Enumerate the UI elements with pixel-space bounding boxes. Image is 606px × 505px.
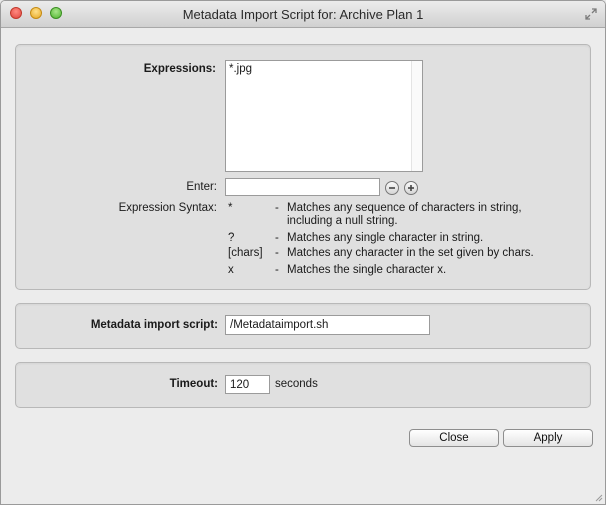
script-label: Metadata import script: bbox=[90, 319, 218, 331]
syntax-dash: - bbox=[275, 264, 279, 276]
window: Metadata Import Script for: Archive Plan… bbox=[0, 0, 606, 505]
timeout-input[interactable] bbox=[225, 375, 270, 394]
syntax-desc-cont: including a null string. bbox=[287, 215, 398, 227]
list-item[interactable]: *.jpg bbox=[229, 63, 252, 75]
title-bar: Metadata Import Script for: Archive Plan… bbox=[1, 1, 605, 28]
enter-label: Enter: bbox=[186, 181, 217, 193]
window-title: Metadata Import Script for: Archive Plan… bbox=[182, 7, 424, 22]
expressions-panel: Expressions: *.jpg Enter: Expression Syn… bbox=[15, 44, 591, 290]
syntax-desc: Matches the single character x. bbox=[287, 264, 447, 276]
expressions-label: Expressions: bbox=[143, 63, 216, 75]
syntax-label: Expression Syntax: bbox=[118, 202, 217, 214]
syntax-desc: Matches any sequence of characters in st… bbox=[287, 202, 522, 214]
list-scrollbar[interactable] bbox=[411, 61, 422, 171]
script-panel: Metadata import script: bbox=[15, 303, 591, 349]
timeout-label: Timeout: bbox=[169, 378, 218, 390]
fullscreen-icon[interactable] bbox=[584, 7, 598, 21]
remove-expression-button[interactable] bbox=[385, 181, 399, 195]
syntax-token: ? bbox=[228, 232, 235, 244]
timeout-panel: Timeout: seconds bbox=[15, 362, 591, 408]
syntax-dash: - bbox=[275, 202, 279, 214]
syntax-dash: - bbox=[275, 247, 279, 259]
syntax-dash: - bbox=[275, 232, 279, 244]
plus-icon bbox=[408, 185, 414, 191]
add-expression-button[interactable] bbox=[404, 181, 418, 195]
syntax-token: [chars] bbox=[228, 247, 263, 259]
syntax-desc: Matches any single character in string. bbox=[287, 232, 484, 244]
script-path-input[interactable] bbox=[225, 315, 430, 335]
syntax-desc: Matches any character in the set given b… bbox=[287, 247, 534, 259]
expressions-list[interactable]: *.jpg bbox=[225, 60, 423, 172]
enter-expression-input[interactable] bbox=[225, 178, 380, 196]
syntax-token: * bbox=[228, 202, 233, 214]
close-button[interactable]: Close bbox=[409, 429, 499, 447]
timeout-unit: seconds bbox=[275, 378, 318, 390]
resize-grip-icon[interactable] bbox=[593, 492, 603, 502]
syntax-token: x bbox=[228, 264, 234, 276]
minus-icon bbox=[389, 187, 395, 189]
apply-button[interactable]: Apply bbox=[503, 429, 593, 447]
